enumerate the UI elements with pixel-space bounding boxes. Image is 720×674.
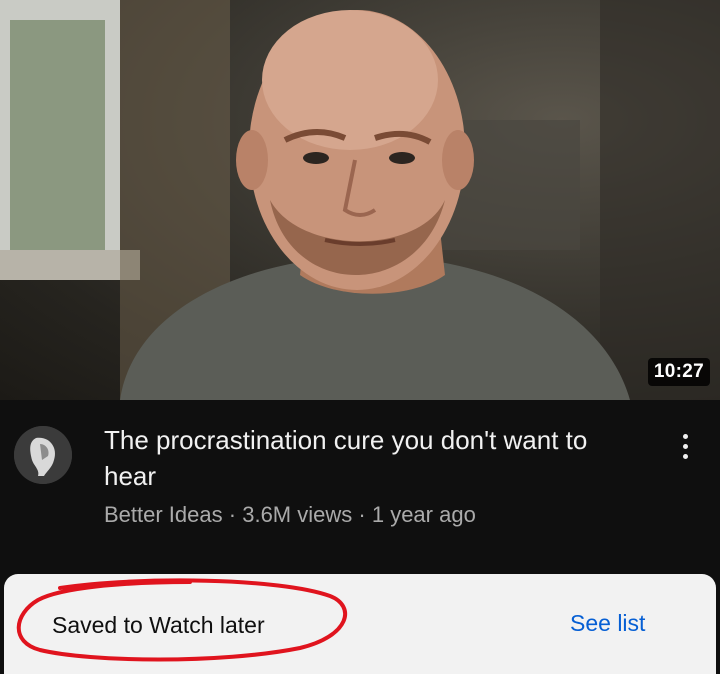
channel-avatar-image: [14, 426, 72, 484]
duration-badge: 10:27: [647, 358, 710, 386]
snackbar: Saved to Watch later See list: [4, 574, 716, 674]
view-count: 3.6M views: [242, 502, 353, 527]
video-meta: The procrastination cure you don't want …: [0, 400, 720, 575]
video-subtitle: Better Ideas · 3.6M views · 1 year ago: [104, 502, 476, 528]
channel-avatar[interactable]: [14, 426, 72, 484]
see-list-button[interactable]: See list: [570, 610, 645, 637]
separator: ·: [358, 502, 366, 527]
channel-name[interactable]: Better Ideas: [104, 502, 223, 527]
video-thumbnail[interactable]: 10:27: [0, 0, 720, 400]
video-title[interactable]: The procrastination cure you don't want …: [104, 422, 644, 494]
thumbnail-image: [0, 0, 720, 400]
snackbar-message: Saved to Watch later: [52, 612, 265, 638]
upload-age: 1 year ago: [371, 502, 476, 527]
more-vert-icon[interactable]: [670, 428, 700, 464]
separator: ·: [228, 502, 237, 527]
